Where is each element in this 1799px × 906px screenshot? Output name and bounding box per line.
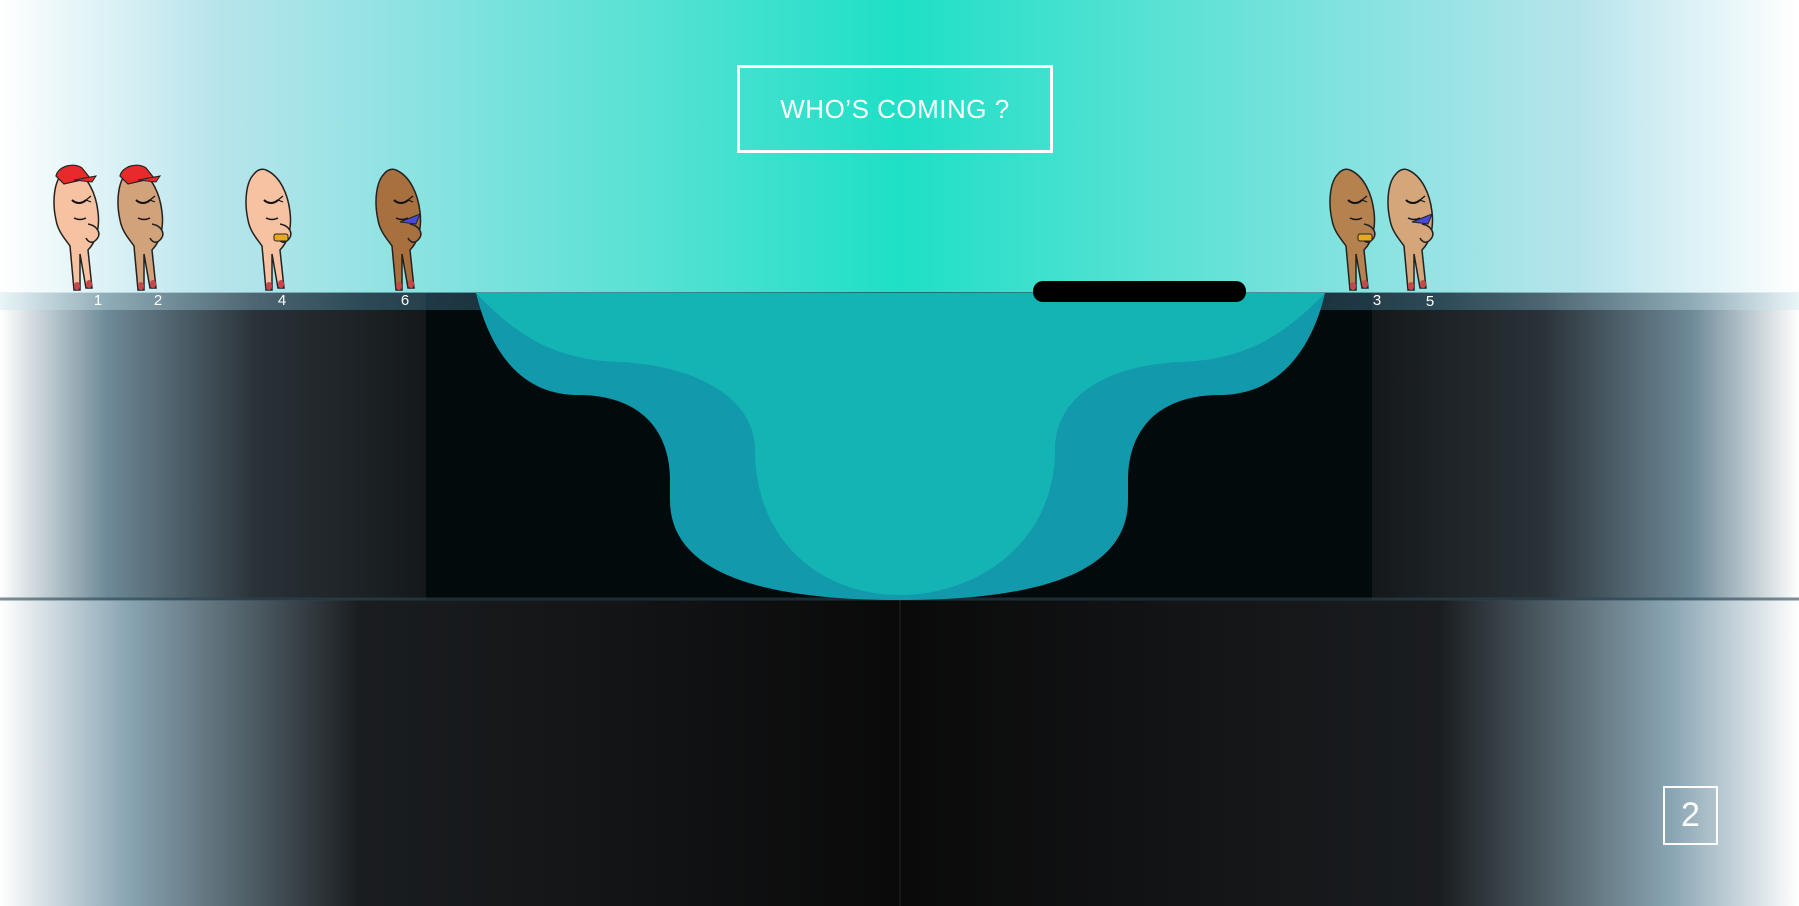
whos-coming-button[interactable]: WHO’S COMING ? xyxy=(737,65,1053,153)
character-3-number: 3 xyxy=(1372,292,1382,309)
ground-left xyxy=(0,293,426,600)
character-5[interactable] xyxy=(1378,162,1448,294)
character-nail xyxy=(86,280,92,288)
character-nail xyxy=(1350,282,1356,290)
character-nail xyxy=(266,282,272,290)
character-1[interactable] xyxy=(44,162,114,294)
character-nail xyxy=(74,282,80,290)
character-nail xyxy=(278,280,284,288)
character-nail xyxy=(1362,280,1368,288)
character-nail xyxy=(1420,280,1426,288)
character-nail xyxy=(408,280,414,288)
character-6-number: 6 xyxy=(400,292,410,309)
ground-right xyxy=(1372,293,1799,600)
raft[interactable] xyxy=(1033,281,1246,302)
character-nail xyxy=(150,280,156,288)
character-6[interactable] xyxy=(366,162,436,294)
character-4[interactable] xyxy=(236,162,306,294)
character-nail xyxy=(138,282,144,290)
character-ring xyxy=(1357,233,1373,242)
character-4-number: 4 xyxy=(277,292,287,309)
character-5-number: 5 xyxy=(1425,293,1435,310)
character-nail xyxy=(396,282,402,290)
character-2-number: 2 xyxy=(153,292,163,309)
character-nail xyxy=(1408,282,1414,290)
level-indicator: 2 xyxy=(1663,786,1718,845)
character-2[interactable] xyxy=(108,162,178,294)
character-ring xyxy=(273,233,289,242)
character-1-number: 1 xyxy=(93,292,103,309)
